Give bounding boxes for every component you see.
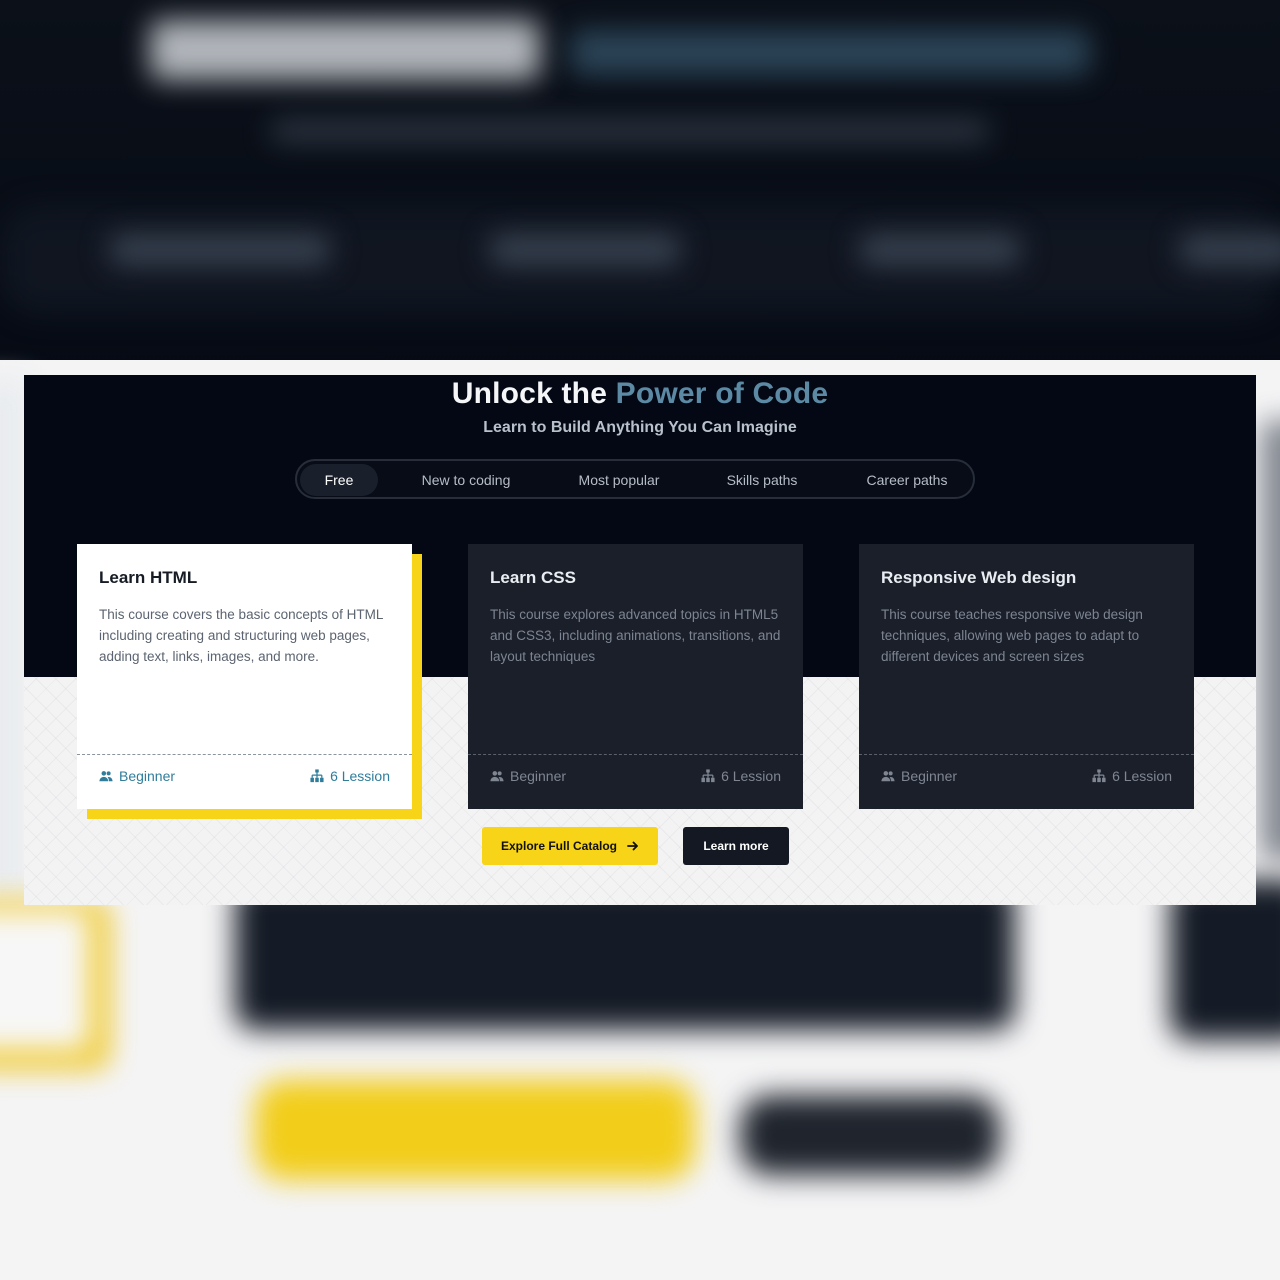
tab-skills-paths[interactable]: Skills paths <box>702 464 822 496</box>
blurred-shape <box>1260 420 1280 860</box>
card-lessons: 6 Lession <box>701 768 781 784</box>
card-divider <box>77 754 412 755</box>
blurred-shape <box>1180 235 1280 265</box>
learn-more-label: Learn more <box>703 839 769 853</box>
sitemap-icon <box>701 769 715 783</box>
blurred-shape <box>490 235 680 265</box>
level-label: Beginner <box>510 768 567 784</box>
lessons-label: 6 Lession <box>721 768 781 784</box>
blurred-shape <box>570 30 1090 75</box>
card-title: Responsive Web design <box>881 568 1077 587</box>
sitemap-icon <box>1092 769 1106 783</box>
lessons-label: 6 Lession <box>1112 768 1172 784</box>
card-level: Beginner <box>881 768 957 784</box>
learn-more-button[interactable]: Learn more <box>683 827 789 865</box>
users-icon <box>99 769 113 783</box>
blurred-shape <box>740 1095 1000 1175</box>
card-description: This course teaches responsive web desig… <box>881 607 1143 664</box>
card-divider <box>468 754 803 755</box>
section-title: Unlock the Power of Code <box>24 377 1256 411</box>
level-label: Beginner <box>119 768 176 784</box>
users-icon <box>490 769 504 783</box>
blurred-shape <box>270 120 990 142</box>
arrow-right-icon <box>627 840 639 852</box>
users-icon <box>881 769 895 783</box>
tab-free[interactable]: Free <box>300 464 378 496</box>
lessons-label: 6 Lession <box>330 768 390 784</box>
card-level: Beginner <box>99 768 175 784</box>
card-body: Learn CSS This course explores advanced … <box>468 544 803 809</box>
explore-catalog-label: Explore Full Catalog <box>500 839 617 853</box>
blurred-shape <box>860 235 1020 265</box>
sitemap-icon <box>310 769 324 783</box>
blurred-shape <box>150 20 540 80</box>
title-accent: Power of Code <box>615 377 829 410</box>
course-filter-tabs: Free New to coding Most popular Skills p… <box>295 459 975 499</box>
card-description: This course covers the basic concepts of… <box>99 607 383 664</box>
tab-most-popular[interactable]: Most popular <box>555 464 683 496</box>
card-description: This course explores advanced topics in … <box>490 607 781 664</box>
card-level: Beginner <box>490 768 566 784</box>
card-lessons: 6 Lession <box>1092 768 1172 784</box>
course-card-html[interactable]: Learn HTML This course covers the basic … <box>77 544 422 819</box>
blurred-shape <box>255 1080 695 1180</box>
explore-catalog-button[interactable]: Explore Full Catalog <box>482 827 658 865</box>
card-body: Responsive Web design This course teache… <box>859 544 1194 809</box>
tab-new-to-coding[interactable]: New to coding <box>397 464 535 496</box>
card-body: Learn HTML This course covers the basic … <box>77 544 412 809</box>
level-label: Beginner <box>901 768 958 784</box>
section-subtitle: Learn to Build Anything You Can Imagine <box>483 419 797 436</box>
courses-section: Unlock the Power of Code Learn to Build … <box>24 375 1256 905</box>
blurred-shape <box>0 910 90 1050</box>
card-divider <box>859 754 1194 755</box>
card-lessons: 6 Lession <box>310 768 390 784</box>
card-title: Learn HTML <box>99 568 198 587</box>
tab-career-paths[interactable]: Career paths <box>842 464 972 496</box>
card-title: Learn CSS <box>490 568 576 587</box>
blurred-shape <box>110 235 330 265</box>
course-card-css[interactable]: Learn CSS This course explores advanced … <box>468 544 803 809</box>
title-prefix: Unlock the <box>451 377 616 410</box>
course-card-responsive[interactable]: Responsive Web design This course teache… <box>859 544 1194 809</box>
